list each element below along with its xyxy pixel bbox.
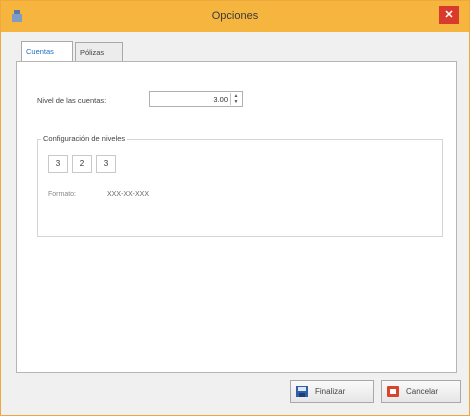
finish-button[interactable]: Finalizar bbox=[290, 380, 374, 403]
level-label: Nivel de las cuentas: bbox=[37, 96, 107, 105]
title-bar[interactable]: Opciones ✕ bbox=[1, 1, 469, 32]
tab-polizas[interactable]: Pólizas bbox=[75, 42, 123, 61]
format-value: XXX-XX-XXX bbox=[107, 191, 150, 198]
levels-config-group: Configuración de niveles 3 2 3 Formato: … bbox=[37, 134, 443, 237]
levels-config-legend: Configuración de niveles bbox=[41, 134, 128, 143]
tab-panel-cuentas: Nivel de las cuentas: 3.00 ▲ ▼ Configura… bbox=[16, 61, 457, 373]
window-title: Opciones bbox=[211, 10, 259, 22]
format-label: Formato: bbox=[48, 191, 77, 198]
stepper-down-icon[interactable]: ▼ bbox=[231, 99, 241, 105]
level-2-field[interactable]: 2 bbox=[72, 155, 92, 173]
close-button[interactable]: ✕ bbox=[439, 6, 459, 24]
level-stepper-input[interactable]: 3.00 ▲ ▼ bbox=[149, 91, 243, 107]
save-icon bbox=[296, 386, 308, 397]
level-stepper[interactable]: ▲ ▼ bbox=[230, 93, 241, 105]
level-1-field[interactable]: 3 bbox=[48, 155, 68, 173]
cancel-label: Cancelar bbox=[406, 387, 439, 396]
finish-label: Finalizar bbox=[315, 387, 346, 396]
cancel-icon bbox=[387, 386, 399, 397]
options-dialog: Opciones ✕ Cuentas Pólizas Nivel de las … bbox=[0, 0, 470, 416]
level-3-field[interactable]: 3 bbox=[96, 155, 116, 173]
cancel-button[interactable]: Cancelar bbox=[381, 380, 461, 403]
tab-cuentas[interactable]: Cuentas bbox=[21, 41, 73, 62]
level-value: 3.00 bbox=[213, 95, 228, 104]
